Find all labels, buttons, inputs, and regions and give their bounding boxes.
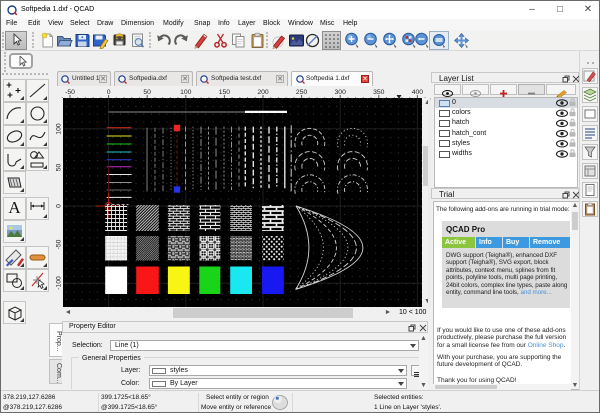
svg-text:300: 300: [335, 89, 347, 96]
svg-text:50: 50: [143, 89, 151, 96]
svg-text:250: 250: [296, 89, 308, 96]
svg-text:50: 50: [56, 164, 63, 172]
svg-text:200: 200: [257, 89, 269, 96]
svg-text:400: 400: [412, 89, 424, 96]
svg-text:0: 0: [56, 204, 63, 208]
svg-text:0: 0: [107, 89, 111, 96]
svg-text:-50: -50: [56, 239, 63, 249]
svg-text:-50: -50: [65, 89, 75, 96]
svg-text:350: 350: [373, 89, 385, 96]
svg-text:150: 150: [219, 89, 231, 96]
svg-text:-100: -100: [56, 276, 63, 290]
svg-text:100: 100: [180, 89, 192, 96]
svg-text:100: 100: [56, 123, 63, 135]
